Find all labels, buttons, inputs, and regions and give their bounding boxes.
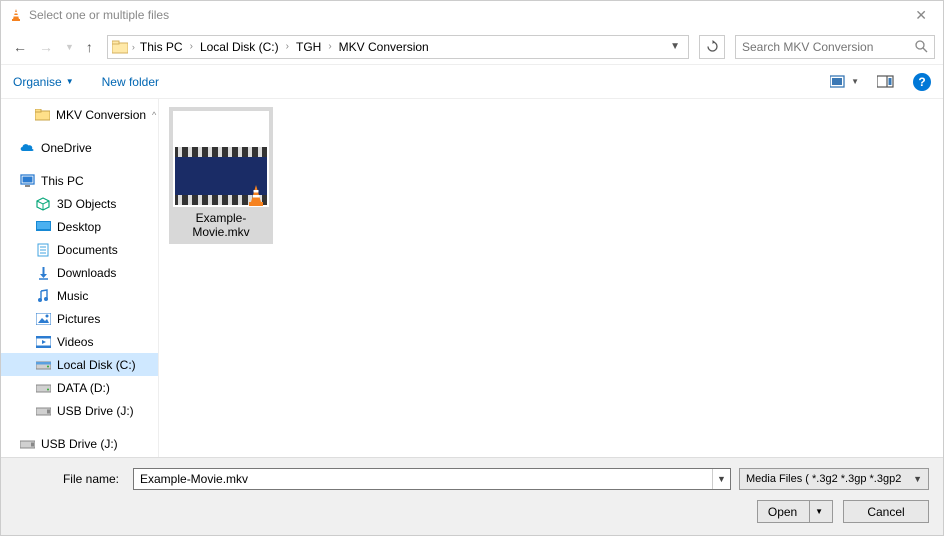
filetype-filter[interactable]: Media Files ( *.3g2 *.3gp *.3gp2 ▼ <box>739 468 929 490</box>
pc-icon <box>19 173 35 189</box>
new-folder-button[interactable]: New folder <box>102 75 159 89</box>
back-button[interactable]: ← <box>13 39 27 55</box>
breadcrumb-this-pc[interactable]: This PC <box>137 38 186 56</box>
sidebar-item-mkv-conversion[interactable]: MKV Conversion ^ <box>1 103 158 126</box>
help-button[interactable]: ? <box>913 73 931 91</box>
close-button[interactable]: ✕ <box>907 7 935 24</box>
folder-icon <box>35 107 50 123</box>
chevron-right-icon: › <box>132 42 135 52</box>
toolbar: Organise ▼ New folder ▼ ? <box>1 65 943 99</box>
disk-icon <box>35 380 51 396</box>
breadcrumb-mkv[interactable]: MKV Conversion <box>336 38 432 56</box>
chevron-down-icon: ▼ <box>913 474 922 484</box>
chevron-right-icon: › <box>328 41 331 52</box>
organise-menu[interactable]: Organise ▼ <box>13 75 74 89</box>
open-split-dropdown[interactable]: ▼ <box>809 501 828 522</box>
onedrive-icon <box>19 140 35 156</box>
file-item[interactable]: Example-Movie.mkv <box>169 107 273 244</box>
cancel-button[interactable]: Cancel <box>843 500 929 523</box>
chevron-up-icon: ^ <box>152 110 156 120</box>
search-input[interactable] <box>742 40 915 54</box>
address-dropdown[interactable]: ▼ <box>666 41 684 52</box>
pictures-icon <box>35 311 51 327</box>
desktop-icon <box>35 219 51 235</box>
sidebar-item-downloads[interactable]: Downloads <box>1 261 158 284</box>
sidebar-item-music[interactable]: Music <box>1 284 158 307</box>
sidebar-item-local-disk[interactable]: Local Disk (C:) <box>1 353 158 376</box>
address-bar[interactable]: › This PC› Local Disk (C:)› TGH› MKV Con… <box>107 35 689 59</box>
file-name-label: Example-Movie.mkv <box>173 211 269 240</box>
search-icon <box>915 40 928 53</box>
file-open-dialog: Select one or multiple files ✕ ← → ▼ ↑ ›… <box>0 0 944 536</box>
toolbar-right: ▼ ? <box>830 73 931 91</box>
sidebar-item-usb-1[interactable]: USB Drive (J:) <box>1 399 158 422</box>
preview-pane-button[interactable] <box>877 75 895 89</box>
file-list[interactable]: Example-Movie.mkv <box>159 99 943 457</box>
downloads-icon <box>35 265 51 281</box>
videos-icon <box>35 334 51 350</box>
chevron-down-icon: ▼ <box>66 77 74 86</box>
vlc-cone-icon <box>245 183 267 207</box>
dialog-body: MKV Conversion ^ OneDrive This PC 3D Obj… <box>1 99 943 457</box>
chevron-down-icon: ▼ <box>851 77 859 86</box>
sidebar-item-desktop[interactable]: Desktop <box>1 215 158 238</box>
up-button[interactable]: ↑ <box>86 39 93 55</box>
sidebar: MKV Conversion ^ OneDrive This PC 3D Obj… <box>1 99 159 457</box>
sidebar-item-onedrive[interactable]: OneDrive <box>1 136 158 159</box>
vlc-icon <box>9 8 23 22</box>
sidebar-item-videos[interactable]: Videos <box>1 330 158 353</box>
chevron-right-icon: › <box>190 41 193 52</box>
breadcrumb-local-disk[interactable]: Local Disk (C:) <box>197 38 282 56</box>
recent-dropdown[interactable]: ▼ <box>65 42 74 52</box>
sidebar-item-documents[interactable]: Documents <box>1 238 158 261</box>
3d-icon <box>35 196 51 212</box>
search-box[interactable] <box>735 35 935 59</box>
documents-icon <box>35 242 51 258</box>
sidebar-item-3d-objects[interactable]: 3D Objects <box>1 192 158 215</box>
sidebar-item-this-pc[interactable]: This PC <box>1 169 158 192</box>
filename-label: File name: <box>15 472 125 486</box>
usb-icon <box>35 403 51 419</box>
nav-arrows: ← → ▼ ↑ <box>9 39 97 55</box>
chevron-right-icon: › <box>286 41 289 52</box>
chevron-down-icon[interactable]: ▼ <box>712 469 730 489</box>
folder-icon <box>112 40 128 54</box>
footer: File name: ▼ Media Files ( *.3g2 *.3gp *… <box>1 457 943 535</box>
breadcrumb-tgh[interactable]: TGH <box>293 38 324 56</box>
window-title: Select one or multiple files <box>29 8 907 22</box>
breadcrumb: This PC › Local Disk (C:) › TGH › MKV Conve… <box>137 38 666 56</box>
music-icon <box>35 288 51 304</box>
view-mode-button[interactable]: ▼ <box>830 75 859 89</box>
sidebar-item-usb-2[interactable]: USB Drive (J:) <box>1 432 158 455</box>
refresh-button[interactable] <box>699 35 725 59</box>
filename-input[interactable] <box>134 469 712 489</box>
titlebar: Select one or multiple files ✕ <box>1 1 943 29</box>
forward-button[interactable]: → <box>39 39 53 55</box>
navigation-row: ← → ▼ ↑ › This PC› Local Disk (C:)› TGH›… <box>1 29 943 65</box>
file-thumbnail <box>173 111 269 207</box>
sidebar-item-data[interactable]: DATA (D:) <box>1 376 158 399</box>
filename-combo[interactable]: ▼ <box>133 468 731 490</box>
disk-icon <box>35 357 51 373</box>
usb-icon <box>19 436 35 452</box>
open-button[interactable]: Open ▼ <box>757 500 833 523</box>
sidebar-item-pictures[interactable]: Pictures <box>1 307 158 330</box>
